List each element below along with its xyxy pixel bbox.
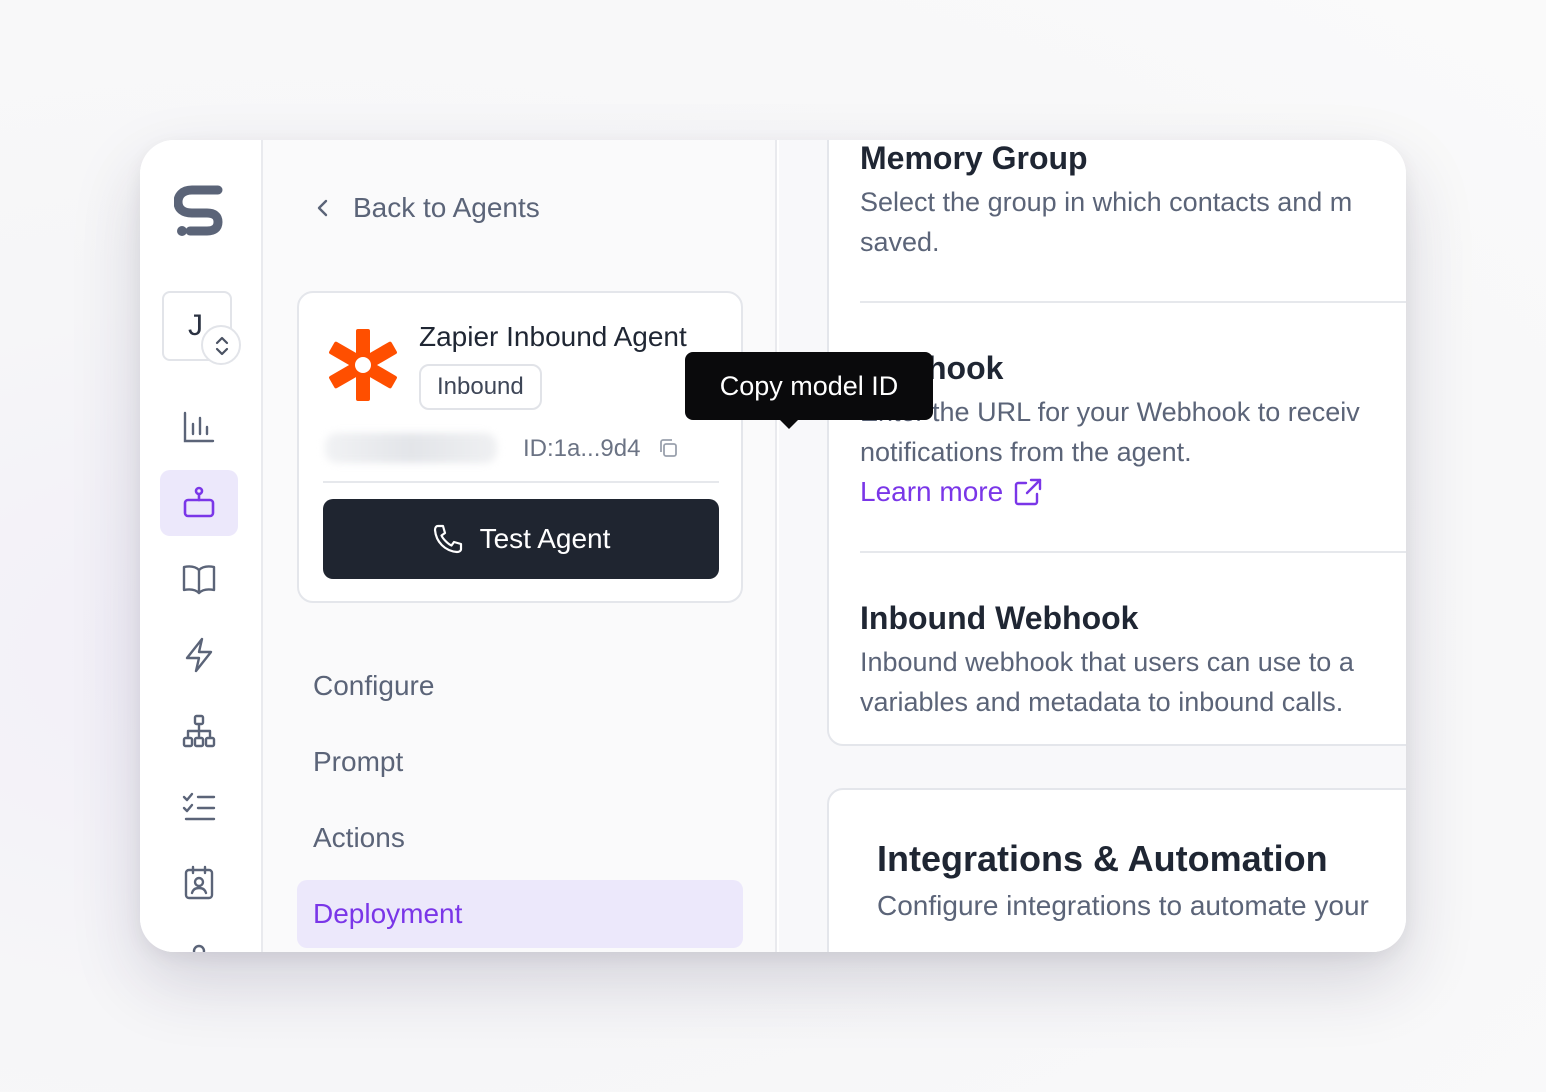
sidebar-rail: J (140, 140, 263, 952)
card-divider (323, 481, 719, 483)
nav-configure[interactable]: Configure (297, 652, 743, 720)
tooltip-arrow (779, 419, 799, 429)
phone-icon (433, 524, 462, 554)
nav-deployment[interactable]: Deployment (297, 880, 743, 948)
brand-s-logo-icon[interactable] (174, 182, 226, 238)
inbound-webhook-desc-line2: variables and metadata to inbound calls. (860, 687, 1344, 717)
robot-agent-icon[interactable] (160, 470, 238, 536)
inbound-webhook-desc-line1: Inbound webhook that users can use to a (860, 647, 1354, 677)
integrations-card: Integrations & Automation Configure inte… (827, 788, 1406, 952)
app-window: J Back to Agents Zapier Inbound Agent In… (140, 140, 1406, 952)
agent-panel: Back to Agents Zapier Inbound Agent Inbo… (263, 140, 933, 952)
deployment-settings: Memory Group Select the group in which c… (779, 140, 1406, 952)
back-to-agents-link[interactable]: Back to Agents (311, 192, 540, 224)
back-label: Back to Agents (353, 192, 540, 223)
webhook-desc-line2: notifications from the agent. (860, 437, 1192, 467)
webhook-desc-line1: Enter the URL for your Webhook to receiv (860, 397, 1360, 427)
account-initial: J (188, 309, 203, 342)
copy-model-id-tooltip: Copy model ID (685, 352, 933, 420)
agent-name: Zapier Inbound Agent (419, 321, 687, 352)
test-agent-button[interactable]: Test Agent (323, 499, 719, 579)
partial-rail-icon[interactable] (160, 926, 238, 952)
checklist-icon[interactable] (160, 774, 238, 840)
inbound-webhook-title: Inbound Webhook (860, 600, 1139, 636)
memory-group-title: Memory Group (860, 140, 1088, 176)
agent-card: Zapier Inbound Agent Inbound ID:1a...9d4… (297, 291, 743, 603)
test-agent-label: Test Agent (479, 523, 611, 554)
bar-chart-icon[interactable] (160, 394, 238, 460)
chevron-up-down-icon[interactable] (201, 325, 241, 365)
redacted-phone-number (325, 433, 497, 463)
hierarchy-network-icon[interactable] (160, 698, 238, 764)
memory-group-desc-line2: saved. (860, 227, 940, 257)
nav-prompt[interactable]: Prompt (297, 728, 743, 796)
memory-group-desc-line1: Select the group in which contacts and m (860, 187, 1353, 217)
learn-more-label: Learn more (860, 476, 1004, 507)
section-divider (860, 551, 1406, 553)
contact-calendar-icon[interactable] (160, 850, 238, 916)
external-link-icon (1014, 478, 1042, 506)
integrations-desc: Configure integrations to automate your (877, 890, 1369, 921)
book-open-icon[interactable] (160, 546, 238, 612)
learn-more-link[interactable]: Learn more (860, 476, 1043, 508)
chevron-left-icon (317, 199, 328, 217)
lightning-icon[interactable] (160, 622, 238, 688)
model-id-text: ID:1a...9d4 (523, 435, 641, 462)
account-switcher[interactable]: J (162, 291, 241, 365)
integrations-title: Integrations & Automation (877, 838, 1328, 879)
direction-badge: Inbound (419, 364, 542, 410)
zapier-logo-icon (329, 329, 397, 401)
copy-icon[interactable] (657, 437, 679, 459)
section-divider (860, 301, 1406, 303)
nav-actions[interactable]: Actions (297, 804, 743, 872)
